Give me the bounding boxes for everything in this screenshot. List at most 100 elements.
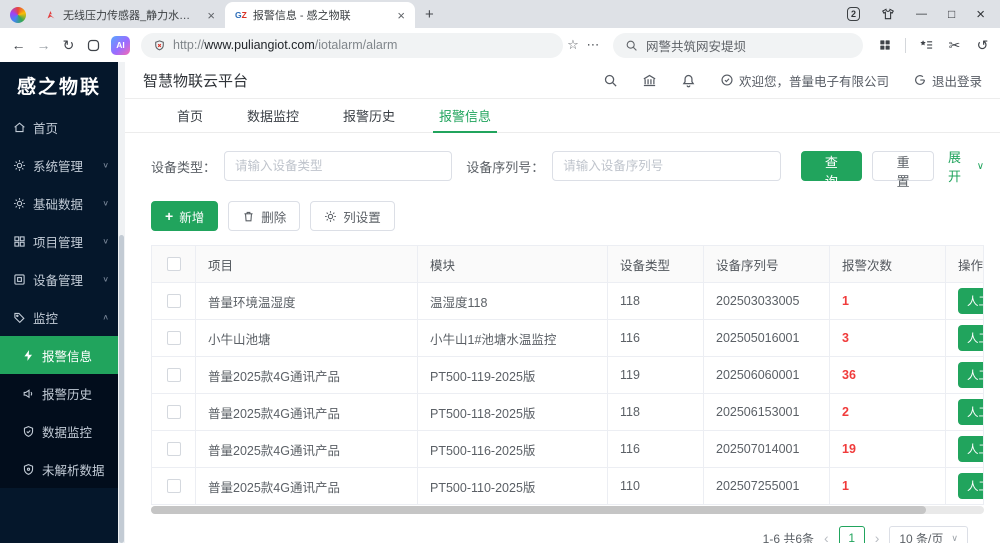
reload-button[interactable]: ↻ — [56, 37, 81, 54]
sidebar-item-label: 报警信息 — [42, 346, 92, 365]
cell-module: PT500-118-2025版 — [418, 394, 608, 431]
shirt-icon[interactable] — [881, 7, 895, 21]
prev-page-icon[interactable]: ‹ — [824, 530, 829, 543]
tab1-close-icon[interactable]: × — [204, 8, 218, 23]
table-row[interactable]: 普量2025款4G通讯产品 PT500-110-2025版 110 202507… — [152, 468, 984, 505]
delete-button[interactable]: 删除 — [228, 201, 300, 231]
home-button[interactable] — [81, 38, 106, 53]
manual-confirm-button[interactable]: 人工确认 — [958, 325, 984, 351]
page-tabs: 首页 数据监控 报警历史 报警信息 — [125, 99, 1000, 133]
add-button[interactable]: + 新增 — [151, 201, 218, 231]
tab-home[interactable]: 首页 — [155, 99, 225, 132]
shield-x-icon[interactable] — [153, 39, 166, 52]
sidebar-item-alarm-history[interactable]: 报警历史 — [0, 374, 118, 412]
forward-button[interactable]: → — [31, 37, 56, 53]
sidebar-item-devices[interactable]: 设备管理 ∨ — [0, 260, 118, 298]
new-tab-button[interactable]: + — [425, 6, 434, 23]
address-bar[interactable]: http://www.puliangiot.com/iotalarm/alarm — [141, 33, 563, 58]
sidebar-item-alarm-info[interactable]: 报警信息 — [0, 336, 118, 374]
reset-button[interactable]: 重置 — [872, 151, 934, 181]
manual-confirm-button[interactable]: 人工确认 — [958, 399, 984, 425]
search-button[interactable]: 查询 — [801, 151, 863, 181]
select-all-checkbox[interactable] — [167, 257, 181, 271]
scissors-icon[interactable]: ✂ — [942, 37, 967, 54]
close-button[interactable]: × — [976, 7, 985, 22]
bookmark-star-icon[interactable]: ☆ — [563, 37, 583, 53]
row-checkbox[interactable] — [167, 405, 181, 419]
manual-confirm-button[interactable]: 人工确认 — [958, 362, 984, 388]
logout-button[interactable]: 退出登录 — [913, 71, 982, 90]
browser-search-box[interactable]: 网警共筑网安堤坝 — [613, 33, 863, 58]
shield-dot-icon — [22, 463, 35, 476]
row-checkbox[interactable] — [167, 479, 181, 493]
header-checkbox-cell — [152, 246, 196, 283]
serial-input[interactable] — [552, 151, 780, 181]
table-row[interactable]: 普量环境温湿度 温湿度118 118 202503033005 1 人工确认 — [152, 283, 984, 320]
cell-module: PT500-119-2025版 — [418, 357, 608, 394]
vertical-scrollbar[interactable] — [118, 62, 125, 543]
tab2-close-icon[interactable]: × — [394, 8, 408, 23]
table-row[interactable]: 普量2025款4G通讯产品 PT500-116-2025版 116 202507… — [152, 431, 984, 468]
undo-icon[interactable]: ↺ — [970, 37, 995, 54]
tab-data-monitor[interactable]: 数据监控 — [225, 99, 321, 132]
row-checkbox[interactable] — [167, 294, 181, 308]
horizontal-scrollbar[interactable] — [151, 506, 984, 514]
tab-count-badge[interactable]: 2 — [847, 7, 860, 21]
horizontal-scrollbar-thumb[interactable] — [151, 506, 926, 514]
page-number[interactable]: 1 — [839, 526, 865, 543]
cell-device-type: 116 — [608, 320, 704, 357]
minimize-button[interactable]: — — [916, 9, 927, 20]
table-row[interactable]: 普量2025款4G通讯产品 PT500-118-2025版 118 202506… — [152, 394, 984, 431]
bank-icon[interactable] — [642, 73, 657, 88]
tab-alarm-history[interactable]: 报警历史 — [321, 99, 417, 132]
logout-label: 退出登录 — [932, 71, 982, 90]
sidebar-item-system[interactable]: 系统管理 ∨ — [0, 146, 118, 184]
column-settings-button[interactable]: 列设置 — [310, 201, 395, 231]
cell-project: 普量2025款4G通讯产品 — [196, 394, 418, 431]
next-page-icon[interactable]: › — [875, 530, 880, 543]
tab1-favicon-icon — [45, 9, 57, 21]
manual-confirm-button[interactable]: 人工确认 — [958, 288, 984, 314]
row-checkbox[interactable] — [167, 368, 181, 382]
page-size-select[interactable]: 10 条/页 ∨ — [889, 526, 968, 543]
sidebar-item-unparsed-data[interactable]: 未解析数据 — [0, 450, 118, 488]
tab-alarm-info[interactable]: 报警信息 — [417, 99, 513, 132]
row-checkbox[interactable] — [167, 331, 181, 345]
url-text: http://www.puliangiot.com/iotalarm/alarm — [173, 38, 397, 52]
browser-tab-1[interactable]: 无线压力传感器_静力水准仪_ × — [35, 2, 225, 28]
table-row[interactable]: 小牛山池塘 小牛山1#池塘水温监控 116 202505016001 3 人工确… — [152, 320, 984, 357]
sidebar-item-label: 系统管理 — [33, 156, 83, 175]
cell-serial: 202506153001 — [704, 394, 830, 431]
browser-tab-2[interactable]: GZ 报警信息 - 感之物联 × — [225, 2, 415, 28]
manual-confirm-button[interactable]: 人工确认 — [958, 473, 984, 499]
more-options-icon[interactable]: ⋯ — [583, 37, 603, 53]
col-serial: 设备序列号 — [704, 246, 830, 283]
expand-link[interactable]: 展开 ∨ — [948, 147, 984, 185]
maximize-button[interactable]: □ — [948, 8, 955, 20]
vertical-scrollbar-thumb[interactable] — [119, 235, 124, 543]
logout-icon — [913, 73, 927, 87]
sidebar-item-home[interactable]: 首页 — [0, 108, 118, 146]
ai-assistant-icon[interactable]: AI — [111, 36, 130, 55]
apps-grid-icon[interactable] — [872, 38, 897, 52]
sidebar-item-monitor[interactable]: 监控 ∧ — [0, 298, 118, 336]
cell-module: PT500-110-2025版 — [418, 468, 608, 505]
header-search-icon[interactable] — [603, 73, 618, 88]
welcome-user[interactable]: 欢迎您，普量电子有限公司 — [720, 71, 889, 90]
browser-logo-icon[interactable] — [10, 7, 26, 23]
manual-confirm-button[interactable]: 人工确认 — [958, 436, 984, 462]
sidebar-item-basedata[interactable]: 基础数据 ∨ — [0, 184, 118, 222]
row-checkbox[interactable] — [167, 442, 181, 456]
bell-icon[interactable] — [681, 73, 696, 88]
table-row[interactable]: 普量2025款4G通讯产品 PT500-119-2025版 119 202506… — [152, 357, 984, 394]
back-button[interactable]: ← — [6, 37, 31, 53]
bookmarks-list-icon[interactable] — [914, 38, 939, 53]
gear-icon — [324, 210, 337, 223]
col-device-type: 设备类型 — [608, 246, 704, 283]
cell-device-type: 116 — [608, 431, 704, 468]
horn-icon — [22, 387, 35, 400]
sidebar-item-data-monitor[interactable]: 数据监控 — [0, 412, 118, 450]
device-type-input[interactable] — [224, 151, 452, 181]
sidebar-item-projects[interactable]: 项目管理 ∨ — [0, 222, 118, 260]
cell-alarm-count: 2 — [830, 394, 946, 431]
